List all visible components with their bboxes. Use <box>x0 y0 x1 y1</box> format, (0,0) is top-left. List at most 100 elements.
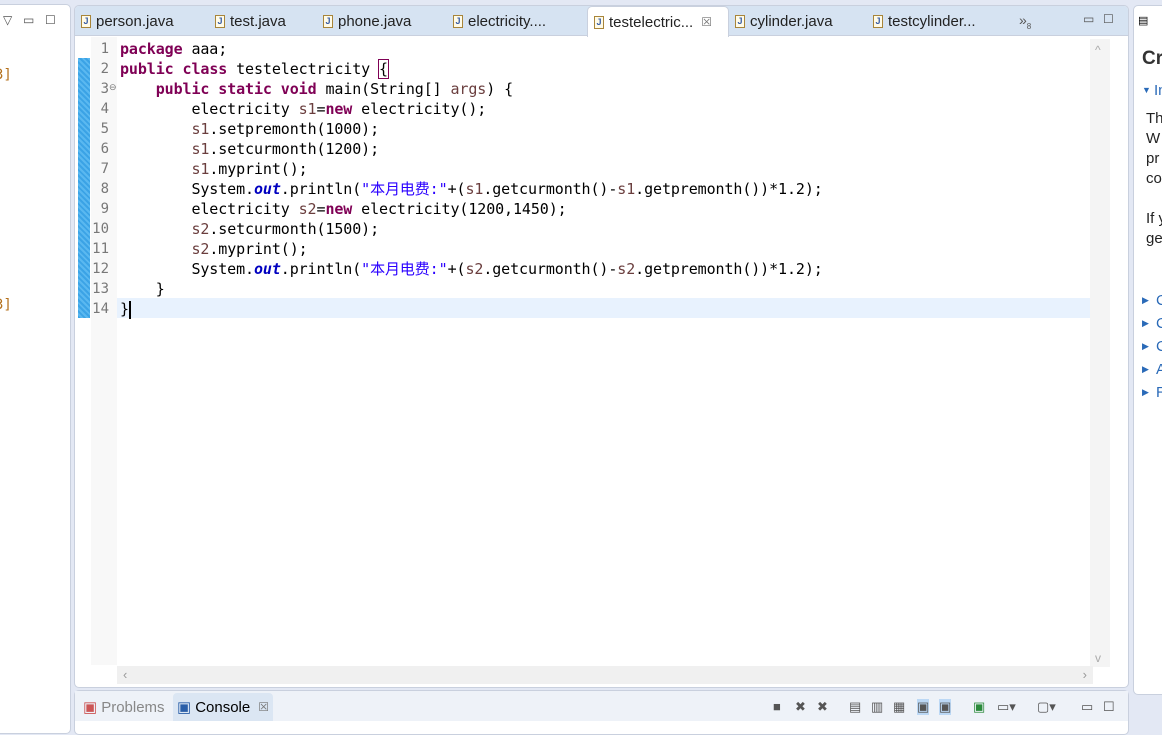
tab-overflow-button[interactable]: »8 <box>1019 12 1031 31</box>
vertical-scrollbar[interactable]: ^ v <box>1090 39 1110 667</box>
editor-tab[interactable]: Jtestcylinder... <box>867 6 1007 36</box>
code-line[interactable]: package aaa; <box>120 39 227 59</box>
scroll-down-icon[interactable]: v <box>1095 651 1101 665</box>
code-token: electricity(); <box>352 100 487 118</box>
step-link[interactable]: C <box>1156 338 1162 355</box>
show-on-output-icon[interactable]: ▣ <box>917 699 930 715</box>
code-token: } <box>120 280 165 298</box>
maximize-icon[interactable]: ☐ <box>1103 699 1115 715</box>
scroll-right-icon[interactable]: › <box>1083 667 1087 682</box>
horizontal-scrollbar[interactable]: ‹ › <box>117 666 1093 684</box>
fold-icon[interactable]: ⊖ <box>109 82 117 93</box>
code-line[interactable]: s1.myprint(); <box>120 159 308 179</box>
line-number: 14 <box>92 301 109 317</box>
code-token: s1 <box>191 160 210 178</box>
code-token: .myprint(); <box>209 160 308 178</box>
expand-icon[interactable]: ▼ <box>1142 85 1151 95</box>
tab-label: test.java <box>230 12 286 30</box>
code-line[interactable]: public class testelectricity { <box>120 59 389 79</box>
scroll-lock-icon[interactable]: ▥ <box>871 699 883 715</box>
tab-problems[interactable]: ▣ Problems <box>79 693 169 721</box>
intro-text: Th <box>1146 110 1162 127</box>
maximize-icon[interactable]: ☐ <box>1103 12 1114 26</box>
code-token: void <box>280 80 317 98</box>
code-line[interactable]: s1.setcurmonth(1200); <box>120 139 379 159</box>
editor-tab[interactable]: Jperson.java <box>75 6 203 36</box>
clear-console-icon[interactable]: ▤ <box>849 699 861 715</box>
editor-tab[interactable]: Jphone.java <box>317 6 439 36</box>
editor-tab[interactable]: Jtestelectric... ☒ <box>587 6 729 37</box>
close-icon[interactable]: ☒ <box>258 700 269 714</box>
line-number: 7 <box>100 161 109 177</box>
collapse-icon[interactable]: ▶ <box>1142 341 1149 352</box>
tab-label: person.java <box>96 12 174 30</box>
remove-all-icon[interactable]: ✖ <box>817 699 828 715</box>
code-token: { <box>378 59 389 79</box>
code-token: ) { <box>486 80 514 98</box>
code-token: electricity(1200,1450); <box>352 200 567 218</box>
code-line[interactable]: s2.setcurmonth(1500); <box>120 219 379 239</box>
intro-text: W <box>1146 130 1161 147</box>
minimize-icon[interactable]: ▭ <box>1083 12 1094 26</box>
tab-console[interactable]: ▣ Console ☒ <box>173 693 273 721</box>
code-line[interactable]: electricity s2=new electricity(1200,1450… <box>120 199 567 219</box>
code-token: .myprint(); <box>209 240 308 258</box>
code-token: .getpremonth())*1.2); <box>635 180 823 198</box>
step-link[interactable]: C <box>1156 315 1162 332</box>
line-number: 2 <box>100 61 109 77</box>
maximize-icon[interactable]: ☐ <box>45 13 56 27</box>
remove-launch-icon[interactable]: ✖ <box>795 699 806 715</box>
code-token: out <box>253 180 281 198</box>
code-line[interactable]: s1.setpremonth(1000); <box>120 119 379 139</box>
intro-text: ge <box>1146 230 1162 247</box>
step-link[interactable]: C <box>1156 292 1162 309</box>
code-line[interactable]: electricity s1=new electricity(); <box>120 99 486 119</box>
code-token: s1 <box>191 120 210 138</box>
code-line[interactable]: } <box>120 279 165 299</box>
open-console-icon[interactable]: ▢▾ <box>1037 699 1056 715</box>
view-menu-icon[interactable]: ▽ <box>3 13 12 27</box>
code-line[interactable]: s2.myprint(); <box>120 239 308 259</box>
editor-tab[interactable]: Jelectricity.... <box>447 6 579 36</box>
code-line[interactable]: public static void main(String[] args) { <box>120 79 513 99</box>
word-wrap-icon[interactable]: ▦ <box>893 699 905 715</box>
close-icon[interactable]: ☒ <box>701 15 712 29</box>
display-console-icon[interactable]: ▭▾ <box>997 699 1016 715</box>
code-token: "本月电费:" <box>361 260 448 278</box>
code-token: aaa; <box>182 40 228 58</box>
code-token: .setcurmonth(1200); <box>209 140 380 158</box>
collapse-icon[interactable]: ▶ <box>1142 364 1149 375</box>
collapse-icon[interactable]: ▶ <box>1142 387 1149 398</box>
code-token: static <box>218 80 272 98</box>
minimize-icon[interactable]: ▭ <box>1081 699 1093 715</box>
java-file-icon: J <box>594 15 604 29</box>
scroll-up-icon[interactable]: ^ <box>1095 43 1101 57</box>
tab-label: testcylinder... <box>888 12 976 30</box>
collapse-icon[interactable]: ▶ <box>1142 318 1149 329</box>
editor-tab[interactable]: Jcylinder.java <box>729 6 859 36</box>
editor-tab[interactable]: Jtest.java <box>209 6 309 36</box>
terminate-icon[interactable]: ■ <box>773 699 781 714</box>
code-line[interactable]: } <box>120 299 131 319</box>
line-number: 3 <box>100 81 109 97</box>
code-token: +( <box>447 260 466 278</box>
show-on-error-icon[interactable]: ▣ <box>939 699 952 715</box>
pin-console-icon[interactable]: ▣ <box>973 699 985 715</box>
code-token: .setcurmonth(1500); <box>209 220 380 238</box>
code-token: public <box>120 60 174 78</box>
scroll-left-icon[interactable]: ‹ <box>123 667 127 682</box>
code-editor[interactable]: »8 ▭ ☐ Jperson.java Jtest.java Jphone.java… <box>74 5 1129 688</box>
collapse-icon[interactable]: ▶ <box>1142 295 1149 306</box>
step-link[interactable]: R <box>1156 384 1162 401</box>
step-link[interactable]: A <box>1156 361 1162 378</box>
line-number: 11 <box>92 241 109 257</box>
cheat-sheet-panel: ▤CrInThWprcoIf ygeCCCAR▼▶▶▶▶▶ <box>1133 5 1162 695</box>
code-line[interactable]: System.out.println("本月电费:"+(s1.getcurmon… <box>120 179 823 199</box>
minimize-icon[interactable]: ▭ <box>23 13 34 27</box>
line-number: 10 <box>92 221 109 237</box>
code-line[interactable]: System.out.println("本月电费:"+(s2.getcurmon… <box>120 259 822 279</box>
